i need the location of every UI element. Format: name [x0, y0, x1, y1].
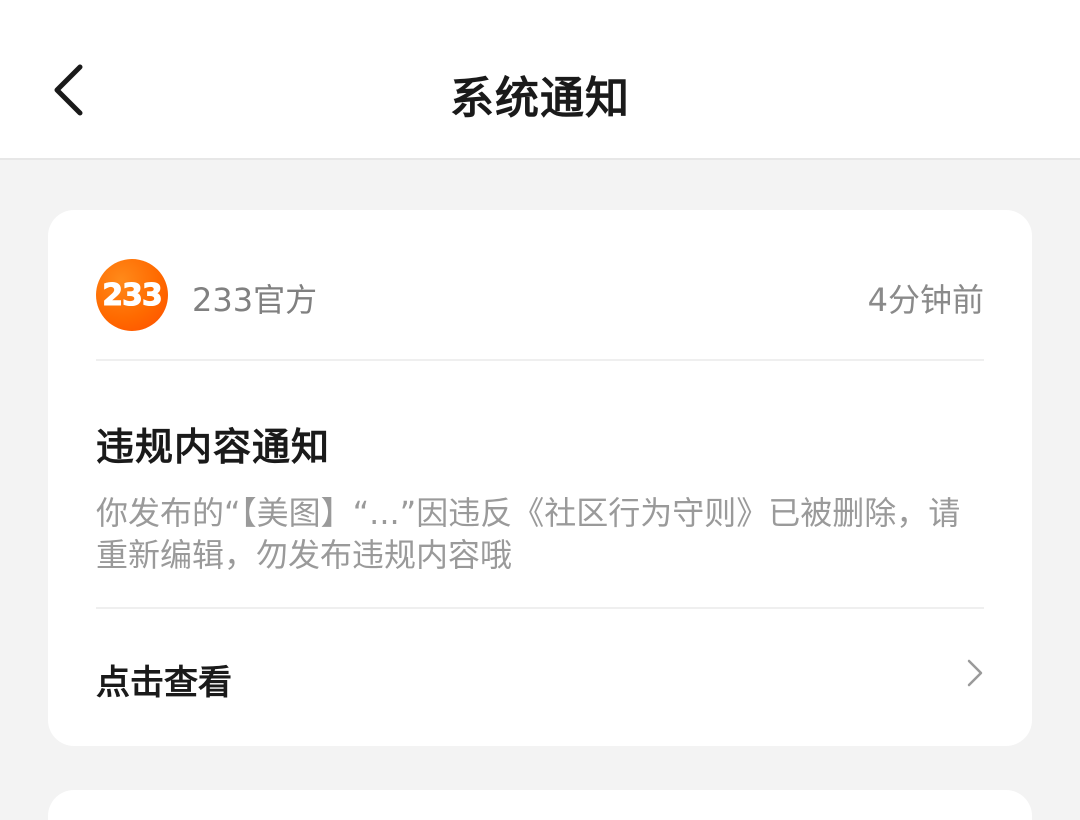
notification-title: 违规内容通知 — [96, 425, 331, 469]
next-notification-card — [48, 790, 1032, 820]
timestamp: 4分钟前 — [867, 281, 984, 319]
divider — [96, 359, 984, 361]
top-bar: 系统通知 — [0, 0, 1080, 160]
sender-row: 233 233官方 4分钟前 — [96, 257, 984, 331]
chevron-right-icon — [967, 659, 983, 687]
view-details-button[interactable]: 点击查看 — [96, 610, 984, 746]
notification-card: 233 233官方 4分钟前 违规内容通知 你发布的“【美图】“...”因违反《… — [48, 210, 1032, 746]
sender-name: 233官方 — [192, 281, 318, 319]
notification-body: 你发布的“【美图】“...”因违反《社区行为守则》已被删除，请重新编辑，勿发布违… — [96, 494, 961, 574]
avatar: 233 — [96, 259, 168, 331]
divider — [96, 607, 984, 609]
view-details-label: 点击查看 — [96, 663, 232, 703]
avatar-logo-text: 233 — [102, 277, 164, 313]
page-title: 系统通知 — [450, 73, 630, 124]
